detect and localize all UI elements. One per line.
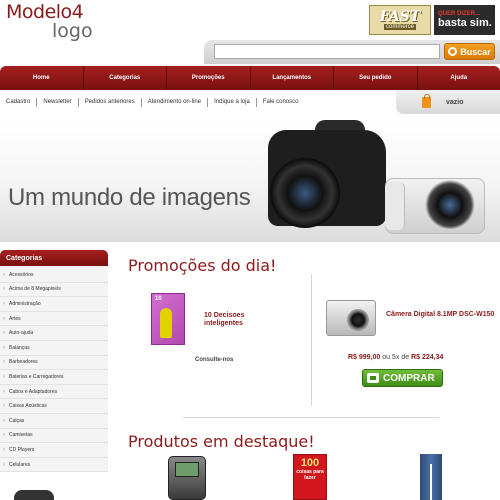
search-icon xyxy=(448,47,458,56)
cart-button[interactable]: vazio xyxy=(396,90,500,114)
basta-sim-badge[interactable]: QUER DIZER... basta sim. xyxy=(434,5,495,35)
sidebar-title: Categorias xyxy=(0,250,108,266)
subnav-link-pedidos[interactable]: Pedidos anteriores xyxy=(79,97,142,107)
phone-screen xyxy=(175,462,199,477)
product-price: Consulte-nos xyxy=(195,357,234,363)
category-item[interactable]: Acima de 8 Megapixels xyxy=(0,283,108,298)
category-item[interactable]: Baterias e Carregadores xyxy=(0,370,108,385)
nav-item-seu-pedido[interactable]: Seu pedido xyxy=(334,66,418,90)
price-installment: R$ 224,34 xyxy=(411,354,444,361)
product-name[interactable]: 10 Decisoes inteligentes xyxy=(204,312,284,328)
basta-badge-main: basta sim. xyxy=(438,17,492,29)
product-image-book[interactable]: 100 coisas para fazer xyxy=(293,454,327,500)
subnav-link-indique[interactable]: Indique a loja xyxy=(208,97,257,107)
nav-item-lancamentos[interactable]: Lançamentos xyxy=(251,66,334,90)
main-nav: Home Categorias Promoções Lançamentos Se… xyxy=(0,66,500,90)
category-item[interactable]: Balanças xyxy=(0,341,108,356)
search-input[interactable] xyxy=(214,44,440,59)
dslr-lens xyxy=(270,158,340,228)
shopping-bag-icon xyxy=(422,94,431,108)
category-sidebar: Categorias Acessórios Acima de 8 Megapix… xyxy=(0,250,108,476)
category-item[interactable]: Cabos e Adaptadores xyxy=(0,385,108,400)
fast-badge-sub: commerce xyxy=(383,24,416,30)
book-cover-sub: coisas para fazer xyxy=(296,469,324,481)
cart-status: vazio xyxy=(446,98,464,106)
sidebar-promo-image[interactable] xyxy=(14,490,54,500)
fast-badge-title: FAST xyxy=(379,9,421,25)
book-cover-figure xyxy=(160,308,172,338)
product-image-camera[interactable] xyxy=(326,300,376,336)
buy-button-label: COMPRAR xyxy=(383,372,435,384)
product-image-book[interactable]: 10 xyxy=(151,293,185,345)
nav-item-ajuda[interactable]: Ajuda xyxy=(418,66,500,90)
category-item[interactable]: Camisetas xyxy=(0,429,108,444)
subnav-link-fale[interactable]: Fale conosco xyxy=(257,98,305,107)
nav-item-categorias[interactable]: Categorias xyxy=(84,66,167,90)
product-price: R$ 999,00 ou 5x de R$ 224,34 xyxy=(348,354,443,361)
section-divider xyxy=(183,417,439,418)
subnav-link-atendimento[interactable]: Atendimento on-line xyxy=(142,97,209,107)
nav-item-home[interactable]: Home xyxy=(0,66,84,90)
category-item[interactable]: Administração xyxy=(0,297,108,312)
category-list: Acessórios Acima de 8 Megapixels Adminis… xyxy=(0,266,108,473)
nav-item-promocoes[interactable]: Promoções xyxy=(167,66,251,90)
compact-camera-lens xyxy=(425,180,475,230)
product-image-jeans[interactable] xyxy=(420,454,442,500)
category-item[interactable]: CD Players xyxy=(0,443,108,458)
category-item[interactable]: Barbeadores xyxy=(0,356,108,371)
book-cover-number: 10 xyxy=(155,296,162,302)
category-item[interactable]: Auto-ajuda xyxy=(0,326,108,341)
hero-banner[interactable]: Um mundo de imagens xyxy=(0,118,500,242)
camera-lens xyxy=(347,309,369,331)
buy-button[interactable]: COMPRAR xyxy=(362,369,443,387)
price-full: R$ 999,00 xyxy=(348,354,381,361)
category-item[interactable]: Artes xyxy=(0,312,108,327)
banner-headline: Um mundo de imagens xyxy=(8,184,251,211)
search-bar: Buscar xyxy=(204,40,500,64)
promo-divider xyxy=(311,274,312,406)
promotions-title: Promoções do dia! xyxy=(128,256,277,275)
subnav-link-cadastro[interactable]: Cadastro xyxy=(6,97,38,107)
search-button[interactable]: Buscar xyxy=(444,43,495,60)
sub-nav: Cadastro Newsletter Pedidos anteriores A… xyxy=(0,90,500,114)
price-separator: ou 5x de xyxy=(382,354,410,361)
fast-commerce-badge[interactable]: FAST commerce xyxy=(369,5,431,35)
logo-line2: logo xyxy=(52,20,93,42)
cart-icon xyxy=(367,373,379,383)
search-button-label: Buscar xyxy=(460,46,491,57)
category-item[interactable]: Calças xyxy=(0,414,108,429)
product-image-phone[interactable] xyxy=(168,456,206,500)
category-item[interactable]: Acessórios xyxy=(0,268,108,283)
subnav-link-newsletter[interactable]: Newsletter xyxy=(37,97,79,107)
category-item[interactable]: Celulares xyxy=(0,458,108,473)
book-cover-number: 100 xyxy=(300,457,320,469)
store-logo[interactable]: Modelo4 logo xyxy=(6,3,93,41)
compact-camera-grip xyxy=(385,182,405,230)
featured-title: Produtos em destaque! xyxy=(128,432,315,451)
product-name[interactable]: Câmera Digital 8.1MP DSC-W150 xyxy=(386,310,496,319)
category-item[interactable]: Caixas Acústicas xyxy=(0,399,108,414)
